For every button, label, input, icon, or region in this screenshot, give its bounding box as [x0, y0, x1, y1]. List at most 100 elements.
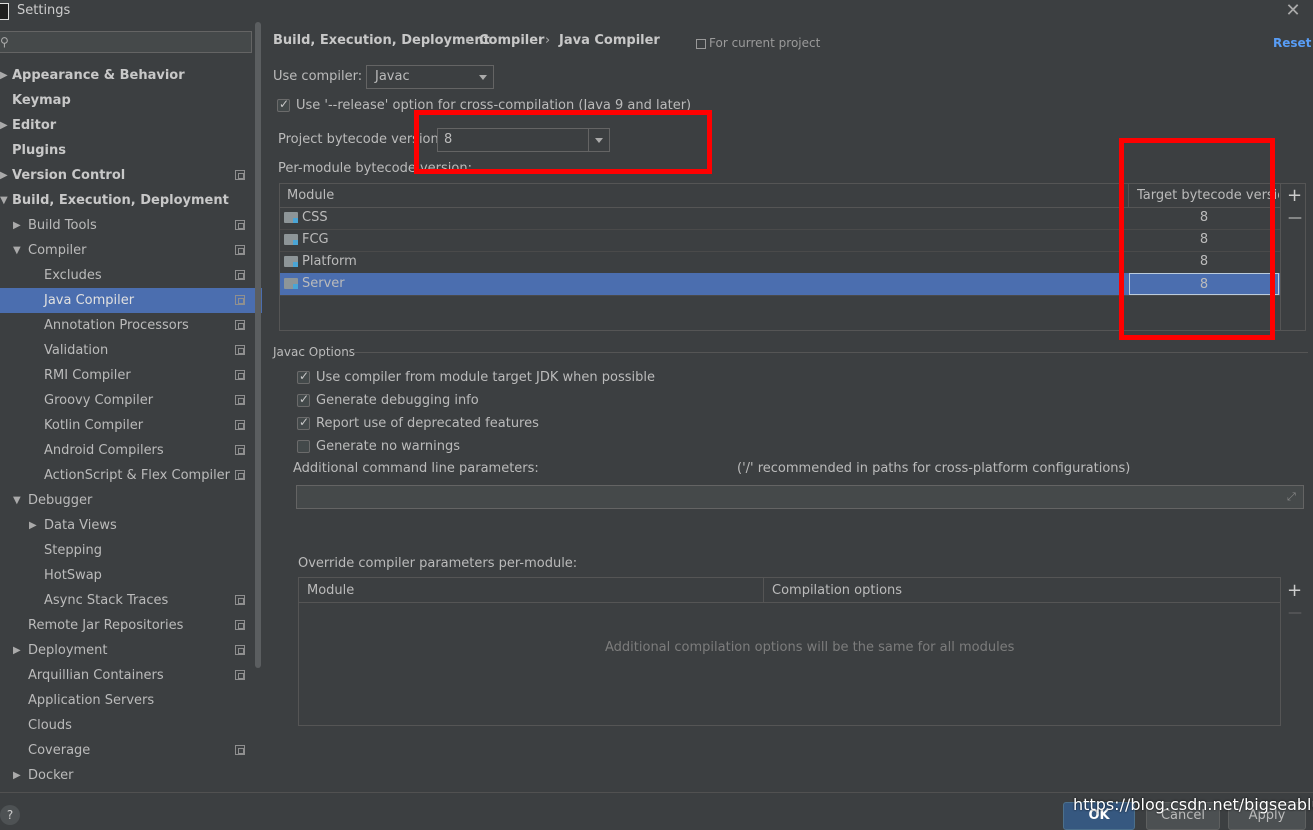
no-warnings-checkbox[interactable]	[297, 440, 310, 453]
sidebar-item-application-servers[interactable]: Application Servers	[28, 688, 154, 713]
sidebar-item-appearance[interactable]: Appearance & Behavior	[12, 63, 185, 88]
sidebar-item-coverage[interactable]: Coverage	[28, 738, 90, 763]
reset-link[interactable]: Reset	[1273, 36, 1311, 50]
sidebar-item-groovy-compiler[interactable]: Groovy Compiler	[44, 388, 153, 413]
sidebar-item-kotlin-compiler[interactable]: Kotlin Compiler	[44, 413, 143, 438]
sidebar-item-build-execution-deployment[interactable]: Build, Execution, Deployment	[12, 188, 229, 213]
sidebar-item-clouds[interactable]: Clouds	[28, 713, 72, 738]
chevron-down-icon[interactable]: ▼	[13, 488, 21, 513]
help-button[interactable]: ?	[0, 805, 20, 825]
chevron-right-icon[interactable]: ▶	[0, 163, 8, 188]
override-empty-message: Additional compilation options will be t…	[605, 640, 1015, 655]
chevron-right-icon[interactable]: ▶	[0, 113, 8, 138]
sidebar-item-annotation-processors[interactable]: Annotation Processors	[44, 313, 189, 338]
module-folder-icon	[284, 256, 298, 267]
sidebar-item-hotswap[interactable]: HotSwap	[44, 563, 102, 588]
project-scope-icon	[235, 320, 245, 330]
chevron-right-icon[interactable]: ▶	[13, 213, 21, 238]
sidebar-item-async-stack-traces[interactable]: Async Stack Traces	[44, 588, 168, 613]
module-folder-icon	[284, 278, 298, 289]
settings-search-input[interactable]	[0, 31, 252, 53]
project-scope-icon	[235, 170, 245, 180]
scope-label: For current project	[709, 36, 821, 50]
breadcrumb-build-execution-deployment: Build, Execution, Deployment	[273, 33, 490, 48]
project-scope-icon	[235, 595, 245, 605]
module-target-jdk-label: Use compiler from module target JDK when…	[316, 370, 655, 385]
chevron-down-icon	[479, 75, 487, 80]
column-header-compilation-options[interactable]: Compilation options	[772, 583, 902, 598]
remove-module-button[interactable]: —	[1288, 210, 1302, 226]
chevron-right-icon[interactable]: ▶	[29, 513, 37, 538]
project-scope-icon	[235, 745, 245, 755]
sidebar-item-arquillian-containers[interactable]: Arquillian Containers	[28, 663, 164, 688]
title-bar	[0, 0, 1313, 22]
sidebar-item-actionscript-flex-compiler[interactable]: ActionScript & Flex Compiler	[44, 463, 230, 488]
sidebar-item-android-compilers[interactable]: Android Compilers	[44, 438, 164, 463]
sidebar-item-version-control[interactable]: Version Control	[12, 163, 125, 188]
project-scope-icon	[235, 295, 245, 305]
project-scope-icon	[235, 220, 245, 230]
sidebar-scrollbar[interactable]	[255, 22, 261, 668]
sidebar-item-debugger[interactable]: Debugger	[28, 488, 92, 513]
project-scope-icon	[235, 395, 245, 405]
window-title: Settings	[17, 3, 71, 18]
breadcrumb-separator: ›	[465, 33, 471, 48]
close-icon[interactable]: ✕	[1283, 0, 1303, 22]
project-scope-icon	[235, 420, 245, 430]
debugging-info-checkbox[interactable]	[297, 392, 310, 407]
project-scope-icon	[235, 470, 245, 480]
use-compiler-label: Use compiler:	[273, 69, 363, 84]
project-scope-icon	[235, 345, 245, 355]
sidebar-item-plugins[interactable]: Plugins	[12, 138, 66, 163]
annotation-highlight-target-version	[1119, 138, 1275, 340]
chevron-right-icon[interactable]: ▶	[13, 638, 21, 663]
sidebar-item-deployment[interactable]: Deployment	[28, 638, 108, 663]
debugging-info-label: Generate debugging info	[316, 393, 479, 408]
sidebar-item-build-tools[interactable]: Build Tools	[28, 213, 97, 238]
sidebar-item-compiler[interactable]: Compiler	[28, 238, 87, 263]
release-option-checkbox[interactable]	[277, 97, 290, 112]
sidebar-item-java-compiler[interactable]: Java Compiler	[44, 288, 134, 313]
sidebar-item-rmi-compiler[interactable]: RMI Compiler	[44, 363, 131, 388]
javac-options-title: Javac Options	[273, 345, 356, 359]
sidebar-item-editor[interactable]: Editor	[12, 113, 56, 138]
deprecated-features-checkbox[interactable]	[297, 415, 310, 430]
search-icon: ⚲	[0, 35, 9, 49]
no-warnings-label: Generate no warnings	[316, 439, 461, 454]
module-folder-icon	[284, 212, 298, 223]
chevron-right-icon[interactable]: ▶	[13, 763, 21, 788]
remove-override-button[interactable]: —	[1288, 605, 1302, 621]
override-params-label: Override compiler parameters per-module:	[298, 556, 578, 571]
app-icon	[0, 3, 9, 20]
additional-params-input[interactable]: ⤢	[296, 485, 1304, 509]
additional-params-label: Additional command line parameters:	[293, 461, 539, 476]
project-scope-icon	[235, 245, 245, 255]
section-divider	[353, 352, 1308, 353]
add-override-button[interactable]: +	[1287, 580, 1302, 601]
sidebar-item-excludes[interactable]: Excludes	[44, 263, 102, 288]
sidebar-item-docker[interactable]: Docker	[28, 763, 74, 788]
module-target-jdk-checkbox[interactable]	[297, 369, 310, 384]
chevron-right-icon[interactable]: ▶	[0, 63, 8, 88]
sidebar-item-validation[interactable]: Validation	[44, 338, 108, 363]
breadcrumb-compiler: Compiler	[479, 33, 545, 48]
annotation-highlight-project-bytecode	[414, 110, 712, 174]
use-compiler-value: Javac	[375, 69, 410, 84]
table-toolbar-divider	[1280, 184, 1281, 330]
column-header-module[interactable]: Module	[287, 188, 334, 203]
project-scope-icon	[235, 645, 245, 655]
column-header-module[interactable]: Module	[307, 583, 354, 598]
breadcrumb-separator: ›	[545, 33, 551, 48]
project-scope-icon	[696, 39, 706, 49]
sidebar-item-stepping[interactable]: Stepping	[44, 538, 102, 563]
sidebar-item-data-views[interactable]: Data Views	[44, 513, 117, 538]
sidebar-item-remote-jar-repositories[interactable]: Remote Jar Repositories	[28, 613, 183, 638]
project-scope-icon	[235, 620, 245, 630]
chevron-down-icon[interactable]: ▼	[0, 188, 8, 213]
use-compiler-select[interactable]: Javac	[366, 65, 494, 89]
module-folder-icon	[284, 234, 298, 245]
expand-icon[interactable]: ⤢	[1287, 490, 1296, 504]
chevron-down-icon[interactable]: ▼	[13, 238, 21, 263]
sidebar-item-keymap[interactable]: Keymap	[12, 88, 71, 113]
add-module-button[interactable]: +	[1287, 185, 1302, 206]
